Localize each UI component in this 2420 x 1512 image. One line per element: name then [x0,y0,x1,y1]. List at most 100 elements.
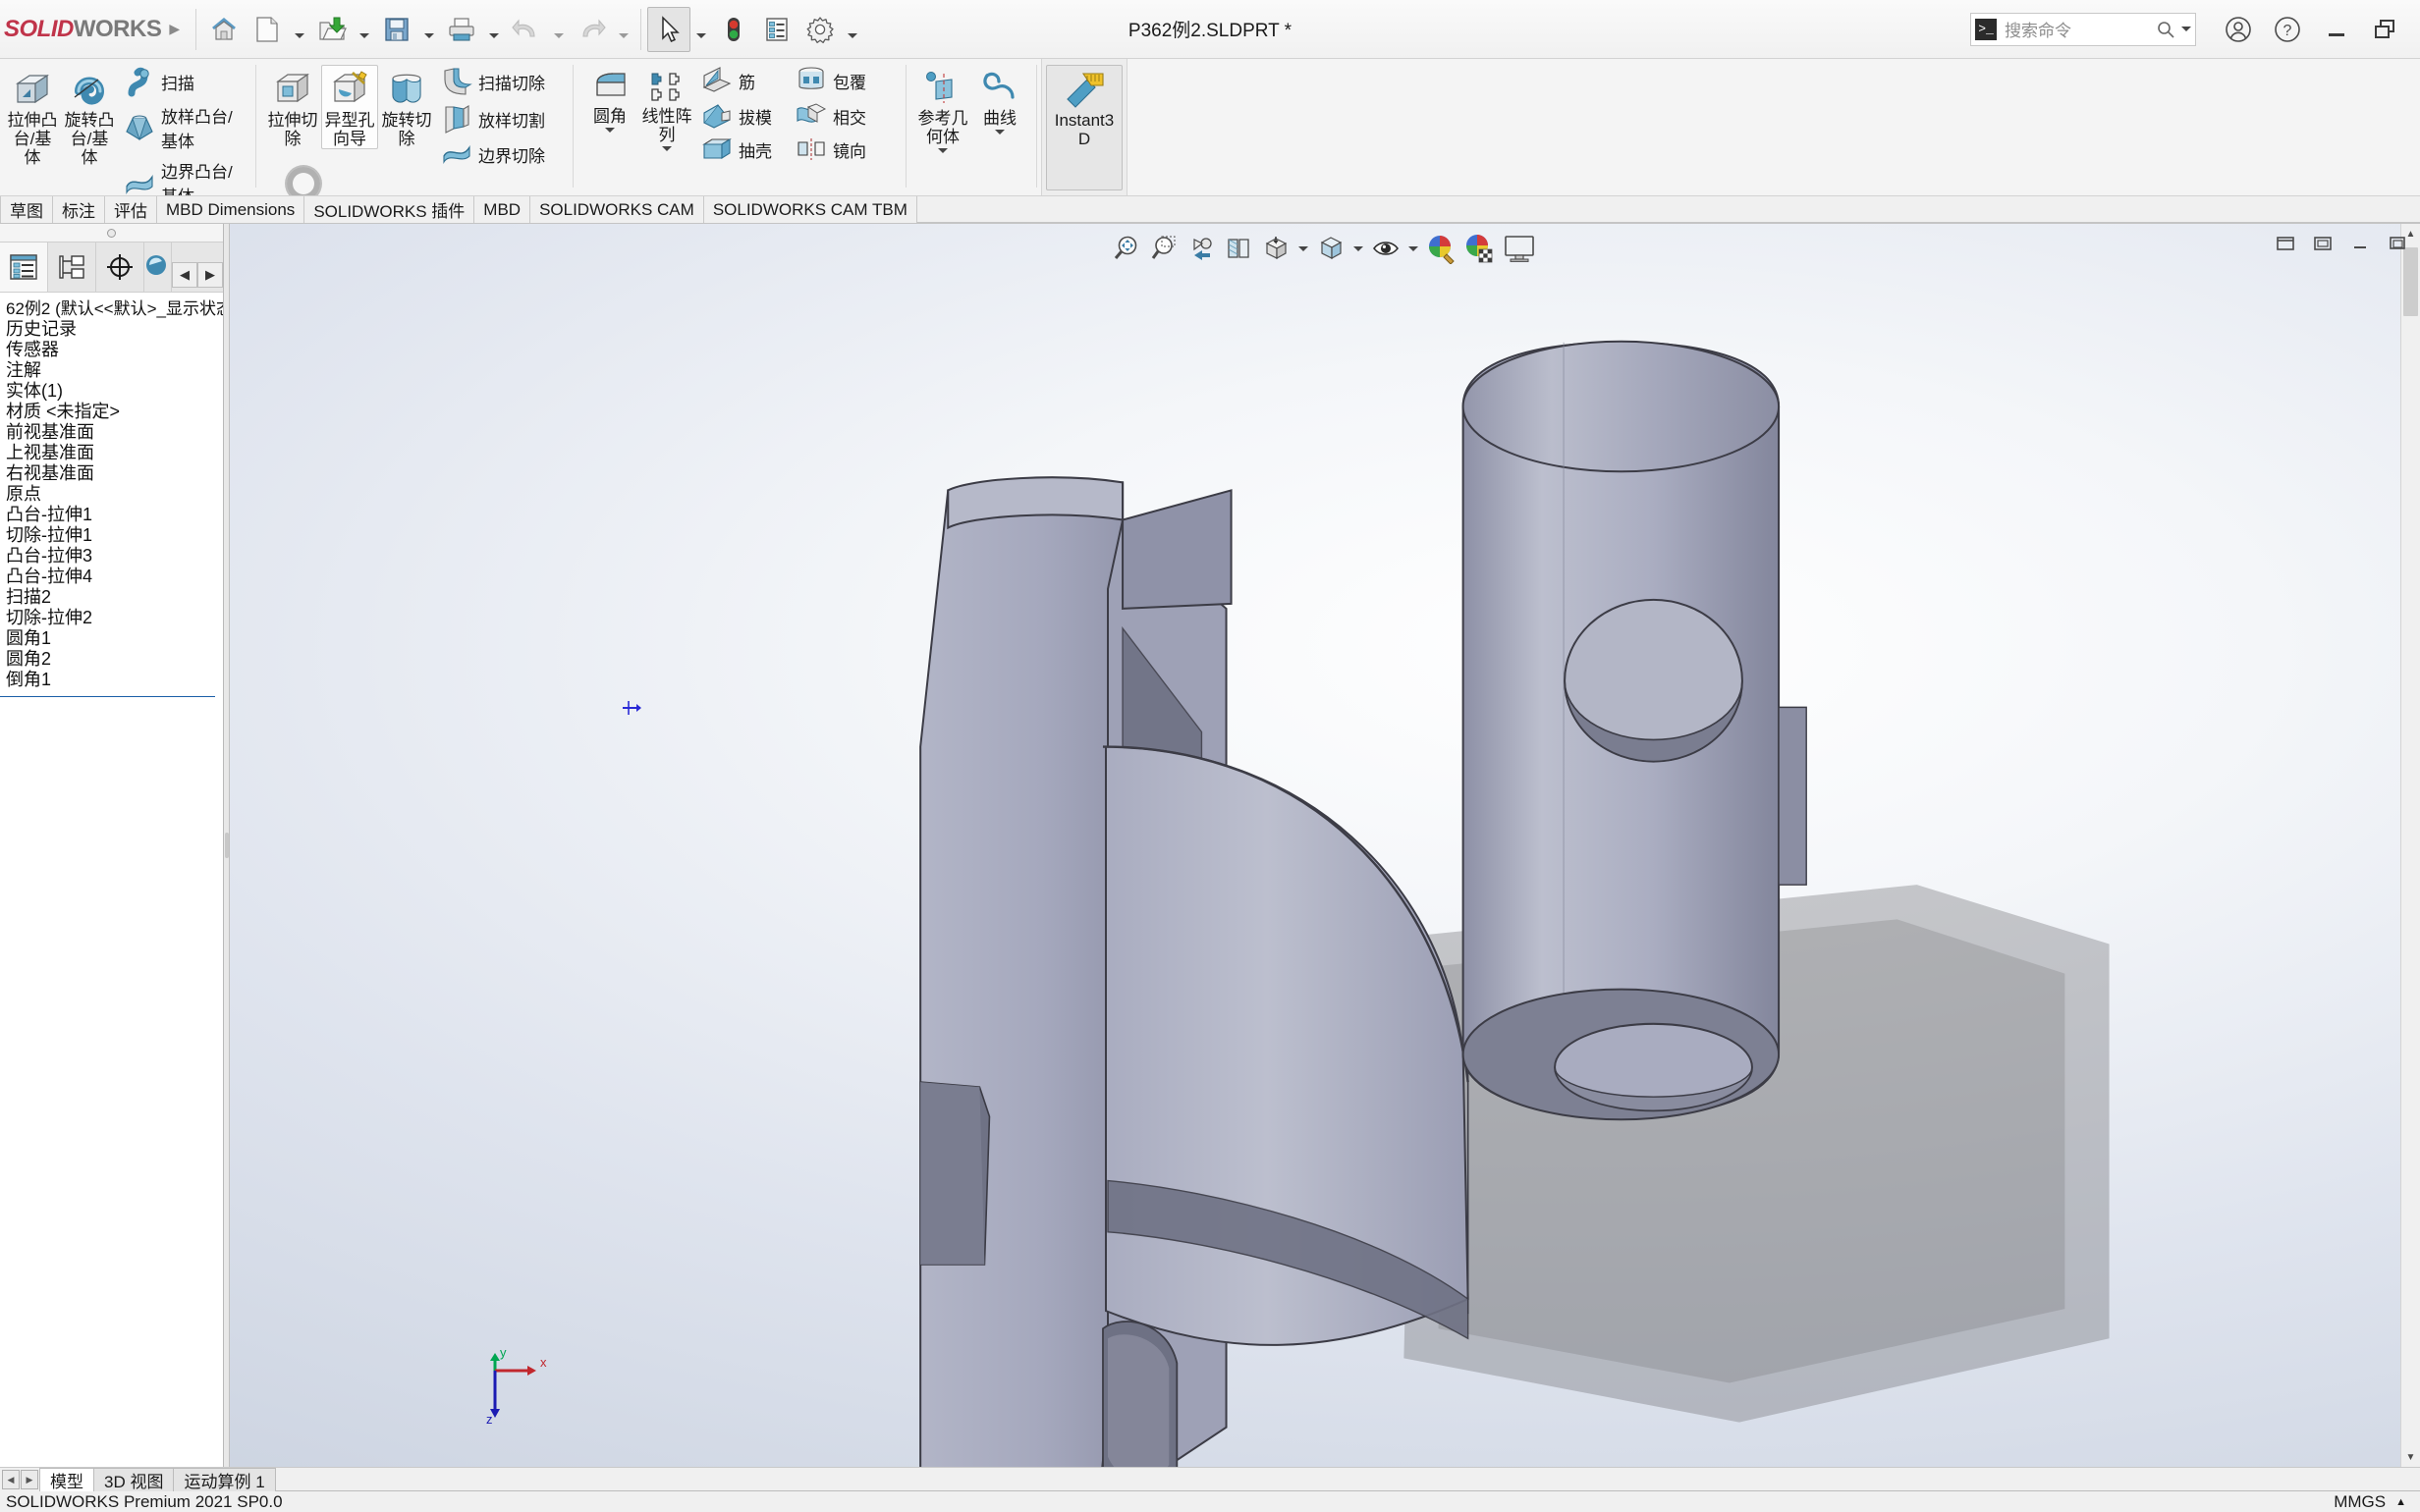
tree-item-cut-extrude-1[interactable]: 切除-拉伸1 [0,525,223,546]
select-button[interactable] [647,6,691,52]
scene-button[interactable] [1460,230,1496,267]
tab-motion-study[interactable]: 运动算例 1 [173,1468,276,1491]
lofted-cut-button[interactable]: 放样切割 [435,100,565,137]
swept-cut-button[interactable]: 扫描切除 [435,63,565,100]
rib-button[interactable]: 筋 [695,63,790,98]
redo-dropdown[interactable] [613,7,634,52]
viewport-vertical-scrollbar[interactable]: ▲ ▼ [2400,224,2420,1467]
options-dropdown[interactable] [842,7,863,52]
new-document-dropdown[interactable] [289,7,310,52]
fillet-dropdown[interactable] [584,126,635,134]
tab-evaluate[interactable]: 评估 [105,196,157,223]
flange-plate[interactable] [919,476,1125,1467]
search-dropdown-icon[interactable] [2181,27,2191,31]
account-button[interactable] [2214,7,2263,52]
save-dropdown[interactable] [418,7,440,52]
search-input[interactable]: 搜索命令 [1997,17,2156,41]
panel-pin-area[interactable] [0,224,223,242]
file-properties-button[interactable] [755,7,798,52]
tab-solidworks-cam[interactable]: SOLIDWORKS CAM [530,196,704,223]
tree-item-top-plane[interactable]: 上视基准面 [0,443,223,463]
instant3d-button[interactable]: Instant3D [1046,65,1123,190]
tree-item-part-root[interactable]: 62例2 (默认<<默认>_显示状态 1 [0,298,223,319]
tree-item-history[interactable]: 历史记录 [0,319,223,340]
redo-button[interactable] [570,7,613,52]
boundary-cut-button[interactable]: 边界切除 [435,137,565,171]
reference-geometry-button[interactable]: 参考几何体 [914,65,971,154]
tree-item-right-plane[interactable]: 右视基准面 [0,463,223,484]
tab-mbd[interactable]: MBD [474,196,531,223]
extruded-cut-button[interactable]: 拉伸切除 [264,65,321,149]
fillet-button[interactable]: 圆角 [581,65,638,134]
display-style-button[interactable] [1313,230,1348,267]
menu-expand-arrow-icon[interactable]: ▶ [161,21,190,37]
graphics-viewport[interactable]: x y z ▲ ▼ [230,224,2420,1467]
cylinder-boss[interactable] [1461,340,1807,1121]
revolved-cut-button[interactable]: 旋转切除 [378,65,435,149]
scroll-down-arrow-icon[interactable]: ▼ [2401,1447,2420,1467]
linear-pattern-button[interactable]: 线性阵列 [638,65,695,152]
tree-item-boss-extrude-3[interactable]: 凸台-拉伸3 [0,546,223,567]
display-style-dropdown[interactable] [1350,230,1366,267]
tree-item-boss-extrude-1[interactable]: 凸台-拉伸1 [0,505,223,525]
property-manager-tab[interactable] [48,243,97,292]
tab-solidworks-cam-tbm[interactable]: SOLIDWORKS CAM TBM [703,196,917,223]
tree-item-fillet-1[interactable]: 圆角1 [0,628,223,649]
view-settings-display-button[interactable] [1498,230,1541,267]
viewport-restore-button[interactable] [2269,228,2302,259]
minimize-window-button[interactable] [2312,7,2361,52]
section-view-button[interactable] [1221,230,1256,267]
viewport-minimize-button[interactable] [2343,228,2377,259]
tab-3d-views[interactable]: 3D 视图 [93,1468,175,1491]
draft-button[interactable]: 拔模 [695,98,790,134]
curves-dropdown[interactable] [974,128,1025,135]
tree-item-sweep-2[interactable]: 扫描2 [0,587,223,608]
rebuild-button[interactable] [712,7,755,52]
swept-boss-button[interactable]: 扫描 [118,63,248,100]
tree-item-front-plane[interactable]: 前视基准面 [0,422,223,443]
extruded-boss-button[interactable]: 拉伸凸台/基体 [4,65,61,168]
tree-item-fillet-2[interactable]: 圆角2 [0,649,223,670]
restore-window-button[interactable] [2361,7,2410,52]
feature-manager-next-button[interactable]: ▶ [197,262,224,288]
3d-model-render[interactable] [230,224,2420,1467]
hide-show-items-dropdown[interactable] [1405,230,1421,267]
hole-wizard-button[interactable]: 异型孔向导 [321,65,378,150]
view-orientation-button[interactable] [1258,230,1293,267]
tree-item-annotations[interactable]: 注解 [0,360,223,381]
display-manager-tab[interactable] [144,243,173,292]
feature-tree-tab[interactable] [0,243,49,292]
rollback-bar[interactable] [0,696,215,697]
open-document-dropdown[interactable] [354,7,375,52]
document-tab-next-button[interactable]: ▶ [21,1470,38,1489]
search-icon[interactable] [2156,20,2175,39]
feature-tree[interactable]: 62例2 (默认<<默认>_显示状态 1 历史记录 传感器 注解 实体(1) 材… [0,293,223,1467]
document-tab-prev-button[interactable]: ◀ [2,1470,20,1489]
tree-item-sensors[interactable]: 传感器 [0,340,223,360]
tree-item-solid-bodies[interactable]: 实体(1) [0,381,223,402]
options-button[interactable] [798,7,842,52]
open-document-button[interactable] [310,7,354,52]
search-commands-box[interactable]: >_ 搜索命令 [1970,12,2196,46]
help-button[interactable]: ? [2263,7,2312,52]
tab-model[interactable]: 模型 [39,1468,94,1491]
mirror-button[interactable]: 镜向 [790,134,898,165]
reference-geometry-dropdown[interactable] [917,146,968,154]
configuration-manager-tab[interactable] [96,243,145,292]
auto-hide-pin-icon[interactable] [107,228,116,238]
undo-dropdown[interactable] [548,7,570,52]
boundary-boss-button[interactable]: 边界凸台/基体 [118,155,248,195]
tree-item-origin[interactable]: 原点 [0,484,223,505]
tree-item-cut-extrude-2[interactable]: 切除-拉伸2 [0,608,223,628]
linear-pattern-dropdown[interactable] [641,144,692,152]
plate-bottom-hole[interactable] [1102,1321,1179,1467]
zoom-to-area-button[interactable] [1146,230,1182,267]
tab-solidworks-addins[interactable]: SOLIDWORKS 插件 [304,196,475,223]
tab-mbd-dimensions[interactable]: MBD Dimensions [157,196,305,223]
units-dropdown-icon[interactable]: ▲ [2395,1496,2406,1508]
save-button[interactable] [375,7,418,52]
lofted-boss-button[interactable]: 放样凸台/基体 [118,100,248,155]
new-document-button[interactable] [246,7,289,52]
swept-web[interactable] [1102,745,1469,1346]
print-button[interactable] [440,7,483,52]
